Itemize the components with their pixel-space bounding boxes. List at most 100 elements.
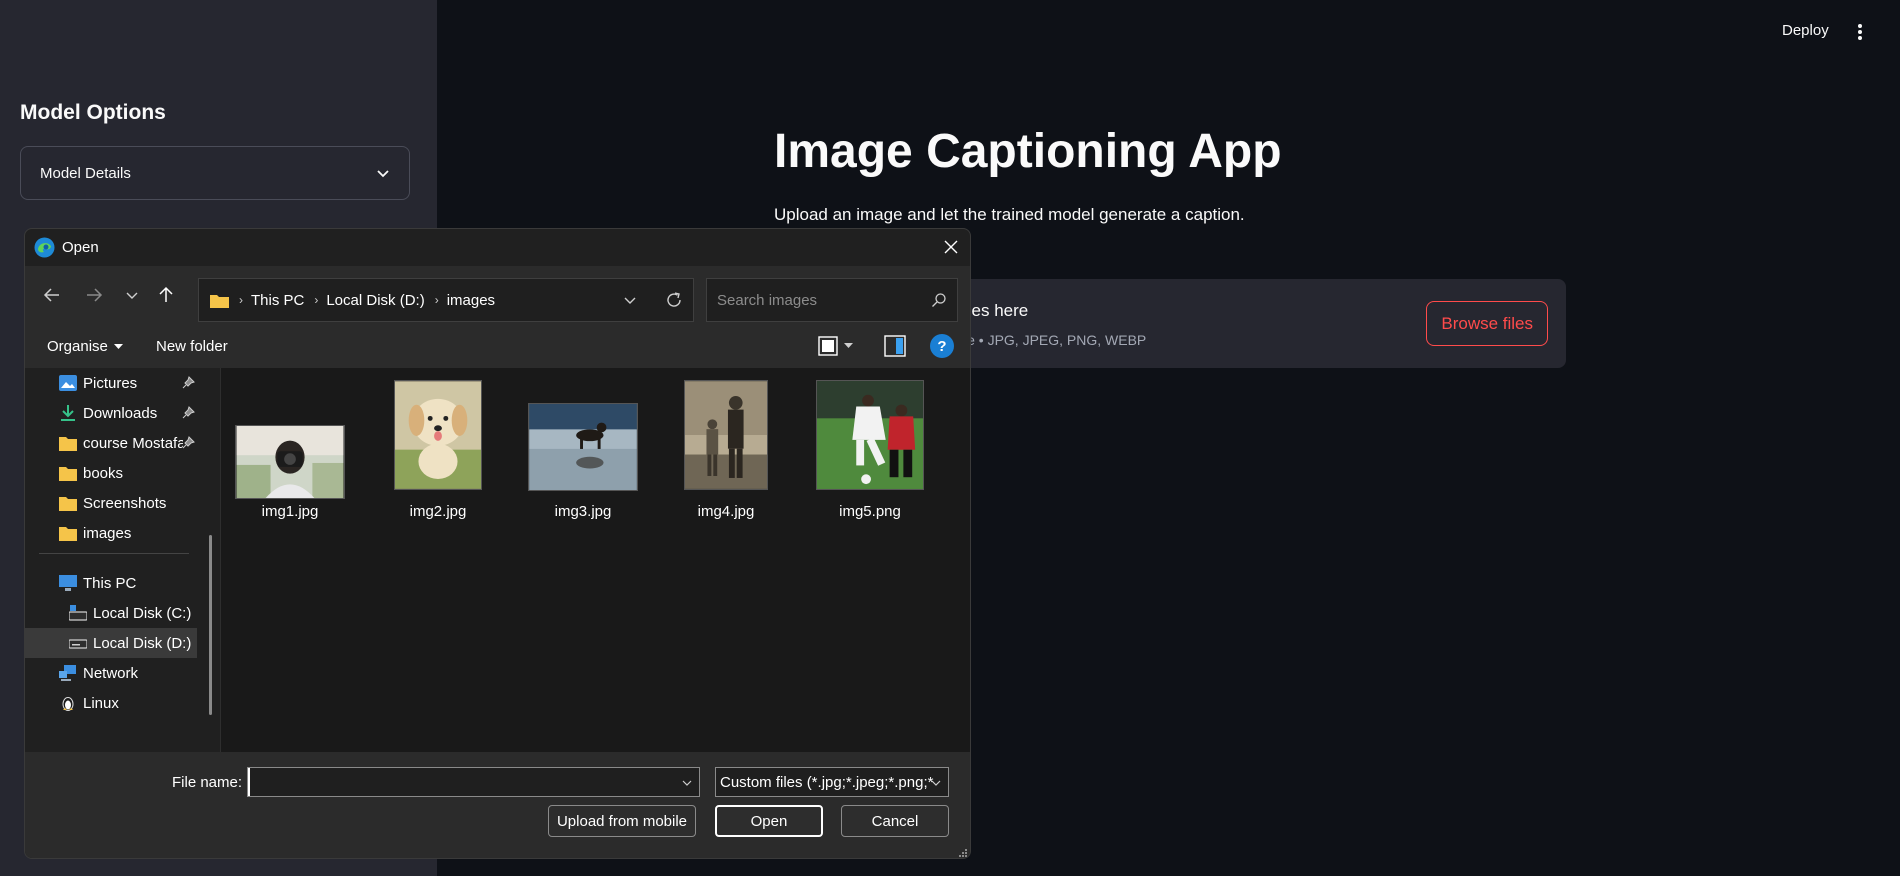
- organise-label: Organise: [47, 338, 108, 355]
- breadcrumb-chevron-icon: ›: [239, 293, 243, 307]
- breadcrumb-chevron-icon: ›: [434, 293, 439, 307]
- dialog-toolbar: Organise New folder ?: [25, 324, 970, 368]
- file-name: img5.png: [839, 503, 901, 520]
- breadcrumb-this-pc[interactable]: This PC: [251, 292, 304, 309]
- open-file-dialog: Open › This PC › Local Disk (D:) › image…: [24, 228, 971, 859]
- change-view-button[interactable]: [818, 335, 860, 357]
- nav-item-label: Pictures: [83, 374, 138, 392]
- caret-down-icon: [113, 343, 123, 349]
- nav-item-label: Linux: [83, 694, 119, 712]
- nav-item-pictures[interactable]: Pictures: [25, 368, 197, 398]
- refresh-icon[interactable]: [665, 291, 683, 309]
- page-title: Image Captioning App: [774, 125, 1282, 178]
- nav-item-label: This PC: [83, 574, 137, 592]
- linux-icon: [62, 697, 74, 711]
- dog-beach-thumbnail: [528, 403, 638, 491]
- dialog-titlebar[interactable]: Open: [25, 229, 970, 266]
- nav-item-label: Downloads: [83, 404, 158, 422]
- nav-item-local-disk-d[interactable]: Local Disk (D:): [25, 628, 197, 658]
- navigation-pane: Pictures Downloads course Mostafa books …: [25, 368, 221, 752]
- file-item[interactable]: img1.jpg: [225, 380, 355, 525]
- sidebar-title: Model Options: [20, 101, 166, 124]
- nav-item-label: books: [83, 464, 124, 482]
- search-box[interactable]: [706, 278, 958, 322]
- folder-icon: [59, 437, 77, 451]
- nav-item-images[interactable]: images: [25, 518, 197, 548]
- file-name-input[interactable]: [248, 768, 668, 796]
- address-bar[interactable]: › This PC › Local Disk (D:) › images: [198, 278, 694, 322]
- file-list: img1.jpg img2.jpg img3.jpg img4.jpg img5…: [221, 368, 970, 752]
- dialog-title: Open: [62, 239, 99, 256]
- dialog-navbar: › This PC › Local Disk (D:) › images: [25, 266, 970, 324]
- recent-locations-icon[interactable]: [119, 282, 145, 308]
- search-input[interactable]: [717, 291, 917, 309]
- help-icon[interactable]: ?: [930, 334, 954, 358]
- folder-icon: [59, 527, 77, 541]
- file-name-field[interactable]: [247, 767, 700, 797]
- breadcrumb-images[interactable]: images: [447, 292, 495, 309]
- deploy-button[interactable]: Deploy: [1782, 22, 1829, 39]
- resize-grip-icon[interactable]: [958, 848, 968, 858]
- upload-from-mobile-button[interactable]: Upload from mobile: [548, 805, 696, 837]
- close-icon[interactable]: [942, 238, 960, 256]
- chevron-down-icon: [377, 170, 389, 178]
- nav-item-local-disk-c[interactable]: Local Disk (C:): [25, 598, 197, 628]
- chevron-down-icon: [931, 780, 941, 786]
- nav-item-label: images: [83, 524, 132, 542]
- file-name: img3.jpg: [554, 503, 612, 520]
- open-button[interactable]: Open: [715, 805, 823, 837]
- nav-item-course-mostafa[interactable]: course Mostafa: [25, 428, 197, 458]
- nav-item-screenshots[interactable]: Screenshots: [25, 488, 197, 518]
- address-history-chevron-icon[interactable]: [623, 293, 637, 307]
- nav-item-label: Local Disk (C:): [93, 604, 192, 622]
- pictures-icon: [59, 375, 77, 391]
- downloads-icon: [61, 405, 75, 421]
- file-item[interactable]: img4.jpg: [661, 380, 791, 525]
- nav-item-label: Local Disk (D:): [93, 634, 192, 652]
- nav-item-downloads[interactable]: Downloads: [25, 398, 197, 428]
- drop-zone-text: iles here: [964, 301, 1029, 320]
- drive-icon: [69, 639, 87, 649]
- file-item[interactable]: img5.png: [805, 380, 935, 525]
- file-type-select[interactable]: Custom files (*.jpg;*.jpeg;*.png;*: [715, 767, 949, 797]
- browse-files-button[interactable]: Browse files: [1426, 301, 1548, 346]
- drop-zone-limit: le • JPG, JPEG, PNG, WEBP: [964, 332, 1147, 348]
- puppy-thumbnail: [394, 380, 482, 490]
- breadcrumb-local-disk-d[interactable]: Local Disk (D:): [326, 292, 424, 309]
- file-name: img2.jpg: [409, 503, 467, 520]
- page-subtitle: Upload an image and let the trained mode…: [774, 205, 1245, 224]
- up-icon[interactable]: [153, 282, 179, 308]
- main-menu-icon[interactable]: [1852, 22, 1868, 42]
- pin-icon: [182, 376, 195, 389]
- nav-item-books[interactable]: books: [25, 458, 197, 488]
- file-item[interactable]: img2.jpg: [373, 380, 503, 525]
- nav-item-this-pc[interactable]: This PC: [25, 568, 197, 598]
- preview-pane-icon[interactable]: [884, 335, 906, 357]
- file-type-value: Custom files (*.jpg;*.jpeg;*.png;*: [720, 773, 934, 791]
- drive-c-icon: [69, 605, 87, 621]
- forward-icon[interactable]: [81, 282, 107, 308]
- photographer-thumbnail: [235, 425, 345, 499]
- pin-icon: [182, 436, 195, 449]
- caret-down-icon: [844, 343, 853, 348]
- file-item[interactable]: img3.jpg: [518, 380, 648, 525]
- expander-label: Model Details: [40, 164, 131, 182]
- computer-icon: [59, 575, 77, 591]
- nav-item-linux[interactable]: Linux: [25, 688, 197, 718]
- organise-menu[interactable]: Organise: [47, 338, 123, 355]
- nav-scrollbar[interactable]: [209, 535, 212, 715]
- file-name-label: File name:: [172, 774, 243, 791]
- nav-item-network[interactable]: Network: [25, 658, 197, 688]
- network-icon: [59, 665, 76, 681]
- cancel-button[interactable]: Cancel: [841, 805, 949, 837]
- file-name: img1.jpg: [261, 503, 319, 520]
- chevron-down-icon[interactable]: [681, 777, 693, 789]
- vintage-photo-thumbnail: [684, 380, 768, 490]
- model-details-expander[interactable]: Model Details: [20, 146, 410, 200]
- back-icon[interactable]: [39, 282, 65, 308]
- folder-icon: [210, 294, 229, 308]
- new-folder-button[interactable]: New folder: [156, 338, 228, 355]
- nav-item-label: Network: [83, 664, 139, 682]
- nav-item-label: Screenshots: [83, 494, 167, 512]
- folder-icon: [59, 467, 77, 481]
